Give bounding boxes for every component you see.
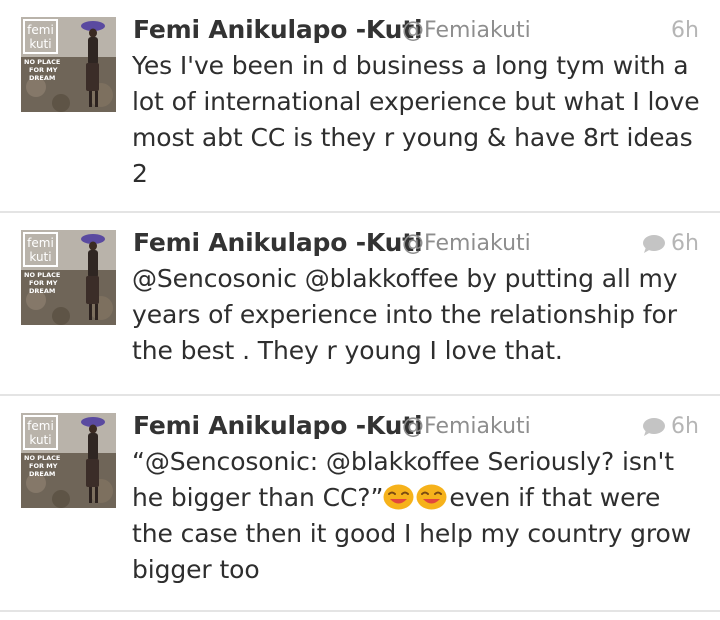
avatar-logo-line1: femi (27, 23, 54, 37)
avatar-album-art: femi kuti NO PLACE FOR MY DREAM (21, 413, 116, 508)
avatar-logo-line2: kuti (29, 37, 51, 51)
avatar[interactable]: femi kuti NO PLACE FOR MY DREAM (21, 230, 116, 325)
author-handle[interactable]: @Femiakuti (402, 231, 531, 256)
avatar-logo-line1: femi (27, 419, 54, 433)
avatar-caption-line3: DREAM (29, 470, 55, 478)
conversation-bubble-icon[interactable] (642, 234, 666, 254)
avatar-caption-line1: NO PLACE (24, 271, 60, 279)
author-handle[interactable]: @Femiakuti (402, 18, 531, 43)
tweet-text: “@Sencosonic: @blakkoffee Seriously? isn… (132, 444, 707, 588)
timestamp: 6h (671, 231, 699, 256)
conversation-bubble-icon[interactable] (642, 417, 666, 437)
author-name[interactable]: Femi Anikulapo -Kuti (133, 228, 423, 257)
timestamp: 6h (671, 414, 699, 439)
tweet-meta: 6h (671, 18, 699, 43)
avatar-caption-line2: FOR MY (29, 66, 58, 74)
avatar-caption-line3: DREAM (29, 74, 55, 82)
avatar-logo-line2: kuti (29, 433, 51, 447)
avatar-caption-line2: FOR MY (29, 279, 58, 287)
avatar-caption-line1: NO PLACE (24, 454, 60, 462)
tweet-timeline: femi kuti NO PLACE FOR MY DREAM Femi Ani… (0, 0, 720, 612)
avatar-caption-line3: DREAM (29, 287, 55, 295)
smiling-face-emoji-icon (416, 483, 447, 510)
avatar-logo-line2: kuti (29, 250, 51, 264)
tweet-text: @Sencosonic @blakkoffee by putting all m… (132, 264, 678, 365)
tweet-meta: 6h (642, 414, 699, 439)
avatar[interactable]: femi kuti NO PLACE FOR MY DREAM (21, 413, 116, 508)
smiling-face-emoji-icon (383, 483, 414, 510)
avatar-caption-line2: FOR MY (29, 462, 58, 470)
author-handle[interactable]: @Femiakuti (402, 414, 531, 439)
avatar-album-art: femi kuti NO PLACE FOR MY DREAM (21, 230, 116, 325)
tweet-item[interactable]: femi kuti NO PLACE FOR MY DREAM Femi Ani… (0, 0, 720, 213)
tweet-text: Yes I've been in d business a long tym w… (132, 51, 700, 188)
tweet-item[interactable]: femi kuti NO PLACE FOR MY DREAM Femi Ani… (0, 396, 720, 612)
tweet-item[interactable]: femi kuti NO PLACE FOR MY DREAM Femi Ani… (0, 213, 720, 396)
avatar-album-art: femi kuti NO PLACE FOR MY DREAM (21, 17, 116, 112)
tweet-meta: 6h (642, 231, 699, 256)
author-name[interactable]: Femi Anikulapo -Kuti (133, 411, 423, 440)
avatar-caption-line1: NO PLACE (24, 58, 60, 66)
author-name[interactable]: Femi Anikulapo -Kuti (133, 15, 423, 44)
avatar-logo-line1: femi (27, 236, 54, 250)
avatar[interactable]: femi kuti NO PLACE FOR MY DREAM (21, 17, 116, 112)
timestamp: 6h (671, 18, 699, 43)
